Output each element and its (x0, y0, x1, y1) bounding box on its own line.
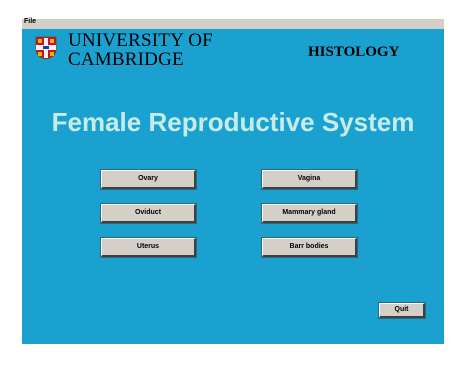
ovary-button[interactable]: Ovary (101, 170, 196, 189)
vagina-button[interactable]: Vagina (262, 170, 357, 189)
barr-bodies-button[interactable]: Barr bodies (262, 238, 357, 257)
quit-button[interactable]: Quit (379, 303, 425, 318)
university-crest-icon (35, 36, 57, 60)
main-panel: UNIVERSITY OF CAMBRIDGE HISTOLOGY Female… (22, 29, 444, 344)
university-name: UNIVERSITY OF CAMBRIDGE (68, 31, 213, 69)
page-title: Female Reproductive System (51, 107, 415, 137)
oviduct-button[interactable]: Oviduct (101, 204, 196, 223)
university-line-2: CAMBRIDGE (68, 49, 184, 70)
menu-file[interactable]: File (24, 18, 36, 25)
uterus-button[interactable]: Uterus (101, 238, 196, 257)
menu-bar: File (22, 18, 444, 29)
university-line-1: UNIVERSITY OF (68, 30, 213, 51)
section-title: HISTOLOGY (308, 44, 400, 60)
mammary-gland-button[interactable]: Mammary gland (262, 204, 357, 223)
